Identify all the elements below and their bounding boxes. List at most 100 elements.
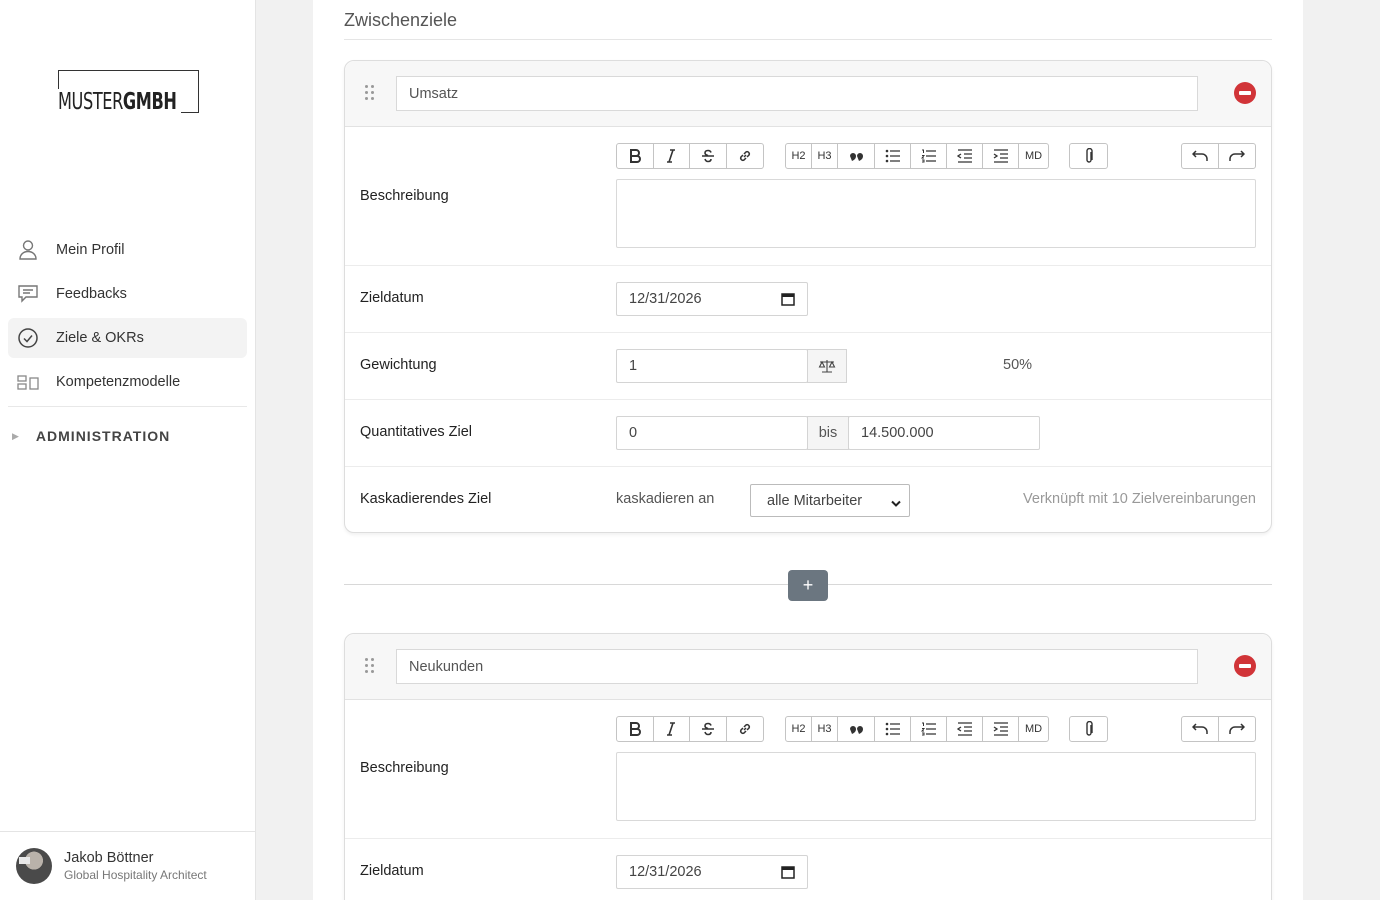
section-title: Zwischenziele — [344, 8, 1272, 40]
goal-title-input[interactable] — [396, 649, 1198, 684]
due-date-label: Zieldatum — [360, 863, 424, 879]
remove-goal-icon[interactable] — [1234, 82, 1256, 104]
goal-card: Beschreibung H2 H3 MD — [344, 60, 1272, 533]
link-button[interactable] — [727, 144, 763, 168]
quote-button[interactable] — [838, 144, 875, 168]
markdown-button[interactable]: MD — [1019, 144, 1048, 168]
bold-button[interactable] — [617, 144, 654, 168]
drag-handle-icon[interactable] — [365, 85, 375, 101]
quantitative-label: Quantitatives Ziel — [360, 424, 473, 440]
quote-button[interactable] — [838, 717, 875, 741]
avatar — [16, 848, 52, 884]
indent-button[interactable] — [983, 717, 1019, 741]
user-profile[interactable]: Jakob Böttner Global Hospitality Archite… — [0, 831, 255, 900]
goal-card: Beschreibung H2 H3 MD — [344, 633, 1272, 900]
sidebar-item-ziele-okrs[interactable]: Ziele & OKRs — [8, 318, 247, 358]
heading3-button[interactable]: H3 — [812, 144, 838, 168]
scale-icon — [807, 349, 847, 383]
sidebar-item-label: Ziele & OKRs — [56, 330, 144, 346]
due-date-input[interactable]: 12/31/2026 — [616, 855, 808, 889]
weight-input[interactable]: 1 — [616, 349, 808, 383]
sidebar-item-label: Feedbacks — [56, 286, 127, 302]
description-row: Beschreibung H2 H3 MD — [345, 127, 1271, 266]
sidebar-item-kompetenzmodelle[interactable]: Kompetenzmodelle — [8, 362, 247, 402]
undo-button[interactable] — [1182, 144, 1219, 168]
heading2-button[interactable]: H2 — [786, 717, 812, 741]
goal-title-input[interactable] — [396, 76, 1198, 111]
user-name: Jakob Böttner — [64, 850, 154, 866]
quant-to-input[interactable]: 14.500.000 — [848, 416, 1040, 450]
cascade-select[interactable]: alle Mitarbeiter — [750, 484, 910, 517]
link-button[interactable] — [727, 717, 763, 741]
block-group: H2 H3 MD — [785, 143, 1049, 169]
company-logo: MUSTERGMBH — [58, 70, 199, 115]
main-content: Zwischenziele Beschreibung H — [313, 0, 1303, 900]
sidebar: MUSTERGMBH Mein Profil Feedbacks Ziele &… — [0, 0, 256, 900]
undo-button[interactable] — [1182, 717, 1219, 741]
admin-label: ADMINISTRATION — [35, 428, 171, 444]
numbered-list-button[interactable] — [911, 717, 947, 741]
bold-button[interactable] — [617, 717, 654, 741]
due-date-label: Zieldatum — [360, 290, 424, 306]
model-icon — [16, 370, 40, 394]
sidebar-item-label: Mein Profil — [56, 242, 125, 258]
outdent-button[interactable] — [947, 717, 983, 741]
block-group: H2 H3 MD — [785, 716, 1049, 742]
format-group — [616, 716, 764, 742]
history-group — [1181, 716, 1256, 742]
chat-icon — [16, 282, 40, 306]
due-date-row: Zieldatum 12/31/2026 — [345, 839, 1271, 900]
caret-right-icon: ▶ — [12, 430, 20, 441]
quant-to-addon: bis — [807, 416, 849, 450]
paperclip-icon[interactable] — [1070, 717, 1107, 741]
sidebar-item-feedbacks[interactable]: Feedbacks — [8, 274, 247, 314]
description-editor[interactable] — [616, 752, 1256, 821]
remove-goal-icon[interactable] — [1234, 655, 1256, 677]
strikethrough-button[interactable] — [690, 144, 727, 168]
format-group — [616, 143, 764, 169]
cascade-to-label: kaskadieren an — [616, 491, 715, 507]
admin-section-toggle[interactable]: ▶ ADMINISTRATION — [8, 407, 247, 465]
heading2-button[interactable]: H2 — [786, 144, 812, 168]
redo-button[interactable] — [1219, 717, 1255, 741]
add-goal-button[interactable]: + — [788, 570, 828, 601]
quant-to-value: 14.500.000 — [861, 425, 934, 441]
chevron-down-icon — [891, 496, 901, 512]
drag-handle-icon[interactable] — [365, 658, 375, 674]
cascade-select-value: alle Mitarbeiter — [767, 492, 863, 509]
linked-agreements-text: Verknüpft mit 10 Zielvereinbarungen — [1023, 491, 1256, 507]
user-role: Global Hospitality Architect — [64, 868, 207, 882]
calendar-icon[interactable] — [781, 292, 795, 310]
goal-card-header — [345, 61, 1271, 127]
indent-button[interactable] — [983, 144, 1019, 168]
weight-row: Gewichtung 1 50% — [345, 333, 1271, 400]
quant-from-value: 0 — [629, 425, 638, 441]
outdent-button[interactable] — [947, 144, 983, 168]
redo-button[interactable] — [1219, 144, 1255, 168]
calendar-icon[interactable] — [781, 865, 795, 883]
due-date-input[interactable]: 12/31/2026 — [616, 282, 808, 316]
markdown-button[interactable]: MD — [1019, 717, 1048, 741]
heading3-button[interactable]: H3 — [812, 717, 838, 741]
weight-value: 1 — [629, 358, 638, 374]
bullet-list-button[interactable] — [875, 717, 911, 741]
sidebar-item-label: Kompetenzmodelle — [56, 374, 181, 390]
strikethrough-button[interactable] — [690, 717, 727, 741]
weight-label: Gewichtung — [360, 357, 437, 373]
description-editor[interactable] — [616, 179, 1256, 248]
bullet-list-button[interactable] — [875, 144, 911, 168]
quant-from-input[interactable]: 0 — [616, 416, 808, 450]
numbered-list-button[interactable] — [911, 144, 947, 168]
description-row: Beschreibung H2 H3 MD — [345, 700, 1271, 839]
history-group — [1181, 143, 1256, 169]
logo-text-a: MUSTER — [58, 89, 123, 115]
sidebar-item-mein-profil[interactable]: Mein Profil — [8, 230, 247, 270]
due-date-row: Zieldatum 12/31/2026 — [345, 266, 1271, 333]
quantitative-row: Quantitatives Ziel 0 bis 14.500.000 — [345, 400, 1271, 467]
italic-button[interactable] — [654, 717, 690, 741]
due-date-value: 12/31/2026 — [629, 864, 702, 880]
paperclip-icon[interactable] — [1070, 144, 1107, 168]
check-circle-icon — [16, 326, 40, 350]
italic-button[interactable] — [654, 144, 690, 168]
attachment-group — [1069, 143, 1108, 169]
